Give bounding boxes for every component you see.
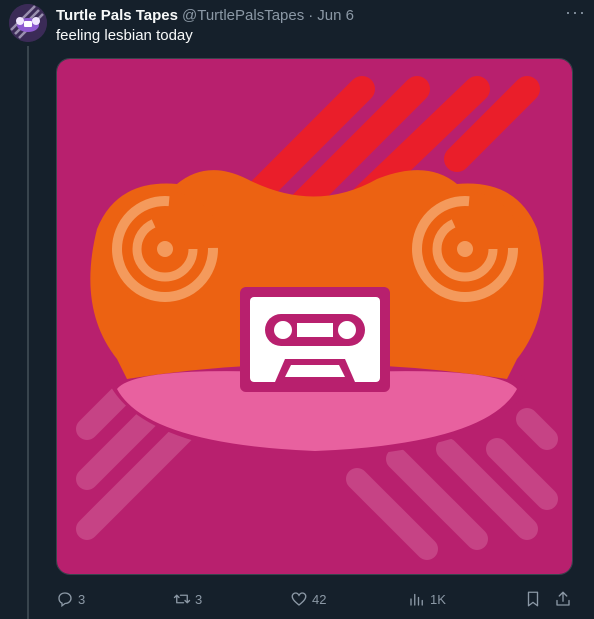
- display-name[interactable]: Turtle Pals Tapes: [56, 7, 178, 24]
- reply-button[interactable]: 3: [56, 588, 85, 610]
- views-button[interactable]: 1K: [408, 588, 446, 610]
- thread-line: [27, 46, 29, 619]
- turtle-cassette-logo-icon: [57, 59, 572, 574]
- avatar[interactable]: [9, 4, 47, 42]
- tweet-date[interactable]: Jun 6: [317, 7, 354, 24]
- share-button[interactable]: [554, 588, 572, 610]
- like-count: 42: [312, 591, 327, 607]
- retweet-button[interactable]: 3: [173, 588, 202, 610]
- like-button[interactable]: 42: [290, 588, 326, 610]
- views-count: 1K: [430, 591, 446, 607]
- analytics-icon: [410, 593, 423, 606]
- heart-icon: [291, 592, 307, 606]
- share-icon: [556, 591, 570, 606]
- tweet-actions: 3 3 42 1K: [56, 588, 576, 610]
- tweet-header: Turtle Pals Tapes @TurtlePalsTapes · Jun…: [56, 4, 584, 26]
- retweet-count: 3: [195, 591, 203, 607]
- user-handle[interactable]: @TurtlePalsTapes: [182, 7, 304, 24]
- tweet-media[interactable]: [56, 58, 573, 575]
- more-options-icon[interactable]: ···: [565, 3, 586, 21]
- separator-dot: ·: [308, 6, 314, 24]
- retweet-icon: [173, 594, 191, 604]
- reply-icon: [58, 592, 72, 608]
- avatar-image: [9, 4, 47, 42]
- tweet-text: feeling lesbian today: [56, 27, 193, 44]
- reply-count: 3: [78, 591, 86, 607]
- bookmark-icon: [527, 591, 539, 607]
- bookmark-button[interactable]: [524, 588, 542, 610]
